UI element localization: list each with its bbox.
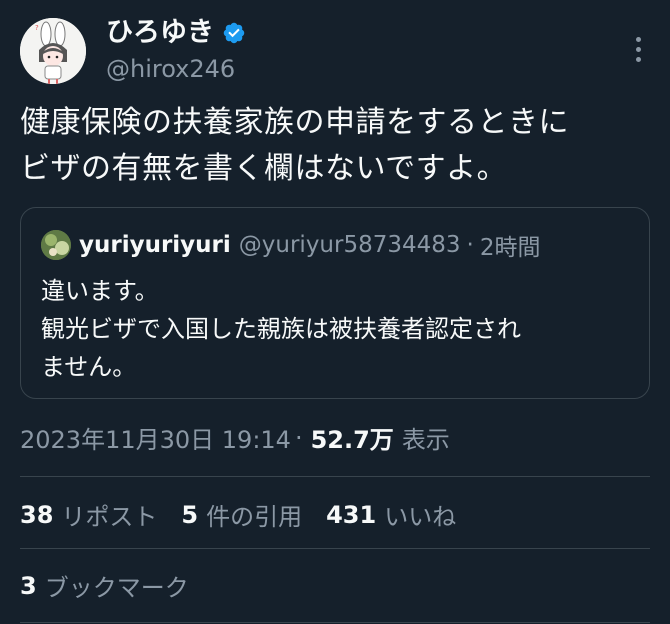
bookmarks-stat[interactable]: 3 ブックマーク xyxy=(20,568,189,603)
reposts-label: リポスト xyxy=(61,503,158,531)
quoted-text: 違います。 観光ビザで入国した親族は被扶養者認定され ません。 xyxy=(41,272,521,386)
views-label: 表示 xyxy=(401,426,450,454)
quoted-tweet[interactable]: yuriyuriyuri @yuriyur58734483 · 2時間 違います… xyxy=(20,207,650,399)
views-count: 52.7万 xyxy=(310,426,394,454)
flower-photo-icon xyxy=(41,230,71,260)
quoted-tweet-header: yuriyuriyuri @yuriyur58734483 · 2時間 xyxy=(41,228,540,262)
quoted-author-handle: @yuriyur58734483 xyxy=(238,232,461,258)
author-name-row: ひろゆき xyxy=(106,16,246,50)
bookmarks-count: 3 xyxy=(20,571,37,600)
tweet-text: 健康保険の扶養家族の申請をするときに ビザの有無を書く欄はないですよ。 xyxy=(20,100,660,192)
reposts-stat[interactable]: 38 リポスト xyxy=(20,497,157,532)
tweet-card: ? ひろゆき @hirox246 健康保険の扶養家族の申請をするときに ビザの有… xyxy=(0,0,670,624)
quoted-time: 2時間 xyxy=(479,235,541,261)
meta-separator: · xyxy=(294,423,303,452)
quoted-text-line: ません。 xyxy=(41,353,137,381)
tweet-meta: 2023年11月30日 19:14 · 52.7万 表示 xyxy=(20,420,450,455)
likes-count: 431 xyxy=(326,500,377,529)
author-display-name[interactable]: ひろゆき xyxy=(106,16,214,50)
quoted-separator: · xyxy=(466,232,474,258)
rabbit-illustration-icon: ? xyxy=(20,18,86,84)
quotes-stat[interactable]: 5 件の引用 xyxy=(181,497,302,532)
quotes-label: 件の引用 xyxy=(206,503,303,531)
reposts-count: 38 xyxy=(20,500,54,529)
more-options-icon[interactable] xyxy=(628,34,648,64)
likes-label: いいね xyxy=(384,503,457,531)
verified-badge-icon[interactable] xyxy=(222,21,246,45)
quoted-author-name: yuriyuriyuri xyxy=(79,232,231,258)
divider xyxy=(20,622,650,623)
quoted-text-line: 違います。 xyxy=(41,277,159,305)
author-avatar[interactable]: ? xyxy=(20,18,86,84)
quoted-text-line: 観光ビザで入国した親族は被扶養者認定され xyxy=(41,315,521,343)
svg-text:?: ? xyxy=(35,24,39,32)
author-handle[interactable]: @hirox246 xyxy=(106,54,235,84)
quoted-author-avatar xyxy=(41,230,71,260)
bookmarks-label: ブックマーク xyxy=(44,574,189,602)
engagement-stats: 38 リポスト 5 件の引用 431 いいね xyxy=(20,497,480,532)
likes-stat[interactable]: 431 いいね xyxy=(326,497,456,532)
tweet-text-line: 健康保険の扶養家族の申請をするときに xyxy=(20,105,569,140)
divider xyxy=(20,476,650,477)
quotes-count: 5 xyxy=(181,500,199,529)
tweet-timestamp[interactable]: 2023年11月30日 19:14 xyxy=(20,420,291,455)
tweet-text-line: ビザの有無を書く欄はないですよ。 xyxy=(20,151,508,186)
divider xyxy=(20,548,650,549)
